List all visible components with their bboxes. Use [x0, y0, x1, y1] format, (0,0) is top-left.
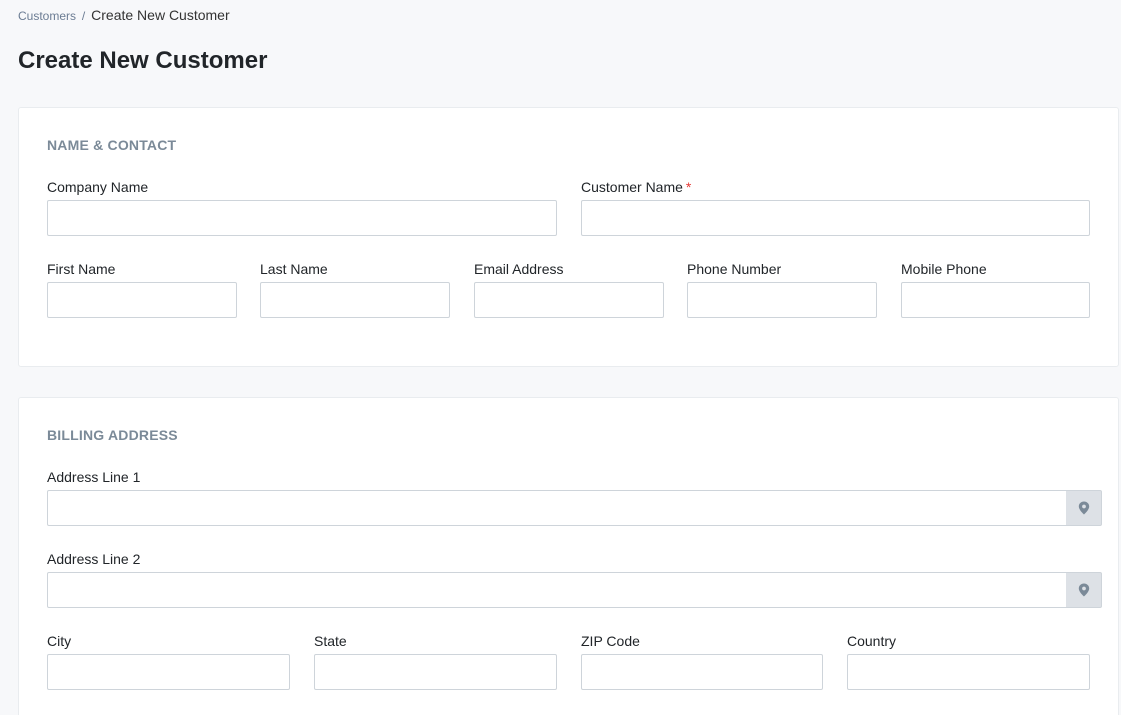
breadcrumb-separator: / [81, 9, 86, 23]
zip-code-input[interactable] [581, 654, 823, 690]
email-address-label: Email Address [474, 261, 564, 277]
address-line-2-input[interactable] [47, 572, 1067, 608]
state-input[interactable] [314, 654, 557, 690]
company-name-input[interactable] [47, 200, 557, 236]
section-title-billing-address: BILLING ADDRESS [47, 427, 178, 443]
create-customer-page: Customers / Create New Customer Create N… [0, 0, 1121, 715]
mobile-phone-label: Mobile Phone [901, 261, 987, 277]
city-label: City [47, 633, 72, 649]
required-asterisk: * [685, 179, 692, 195]
billing-address-card: BILLING ADDRESS Address Line 1 Address L… [18, 397, 1119, 715]
customer-name-label: Customer Name * [581, 179, 691, 195]
mobile-phone-input[interactable] [901, 282, 1090, 318]
address-line-2-locate-button[interactable] [1066, 572, 1102, 608]
first-name-input[interactable] [47, 282, 237, 318]
address-line-1-input[interactable] [47, 490, 1067, 526]
zip-code-label: ZIP Code [581, 633, 640, 649]
country-label: Country [847, 633, 897, 649]
breadcrumb-current: Create New Customer [91, 7, 230, 23]
address-line-2-label: Address Line 2 [47, 551, 141, 567]
last-name-label: Last Name [260, 261, 328, 277]
section-title-name-contact: NAME & CONTACT [47, 137, 177, 153]
phone-number-label: Phone Number [687, 261, 782, 277]
breadcrumb-link-customers[interactable]: Customers [18, 9, 76, 23]
map-pin-icon [1078, 501, 1089, 515]
company-name-label: Company Name [47, 179, 149, 195]
address-line-1-locate-button[interactable] [1066, 490, 1102, 526]
last-name-input[interactable] [260, 282, 450, 318]
customer-name-input[interactable] [581, 200, 1090, 236]
map-pin-icon [1078, 583, 1089, 597]
address-line-1-label: Address Line 1 [47, 469, 141, 485]
phone-number-input[interactable] [687, 282, 877, 318]
page-title: Create New Customer [18, 47, 268, 74]
state-label: State [314, 633, 347, 649]
customer-name-label-text: Customer Name [581, 179, 683, 195]
first-name-label: First Name [47, 261, 116, 277]
city-input[interactable] [47, 654, 290, 690]
email-address-input[interactable] [474, 282, 664, 318]
name-contact-card: NAME & CONTACT Company Name Customer Nam… [18, 107, 1119, 367]
country-input[interactable] [847, 654, 1090, 690]
breadcrumb: Customers / Create New Customer [18, 7, 230, 24]
